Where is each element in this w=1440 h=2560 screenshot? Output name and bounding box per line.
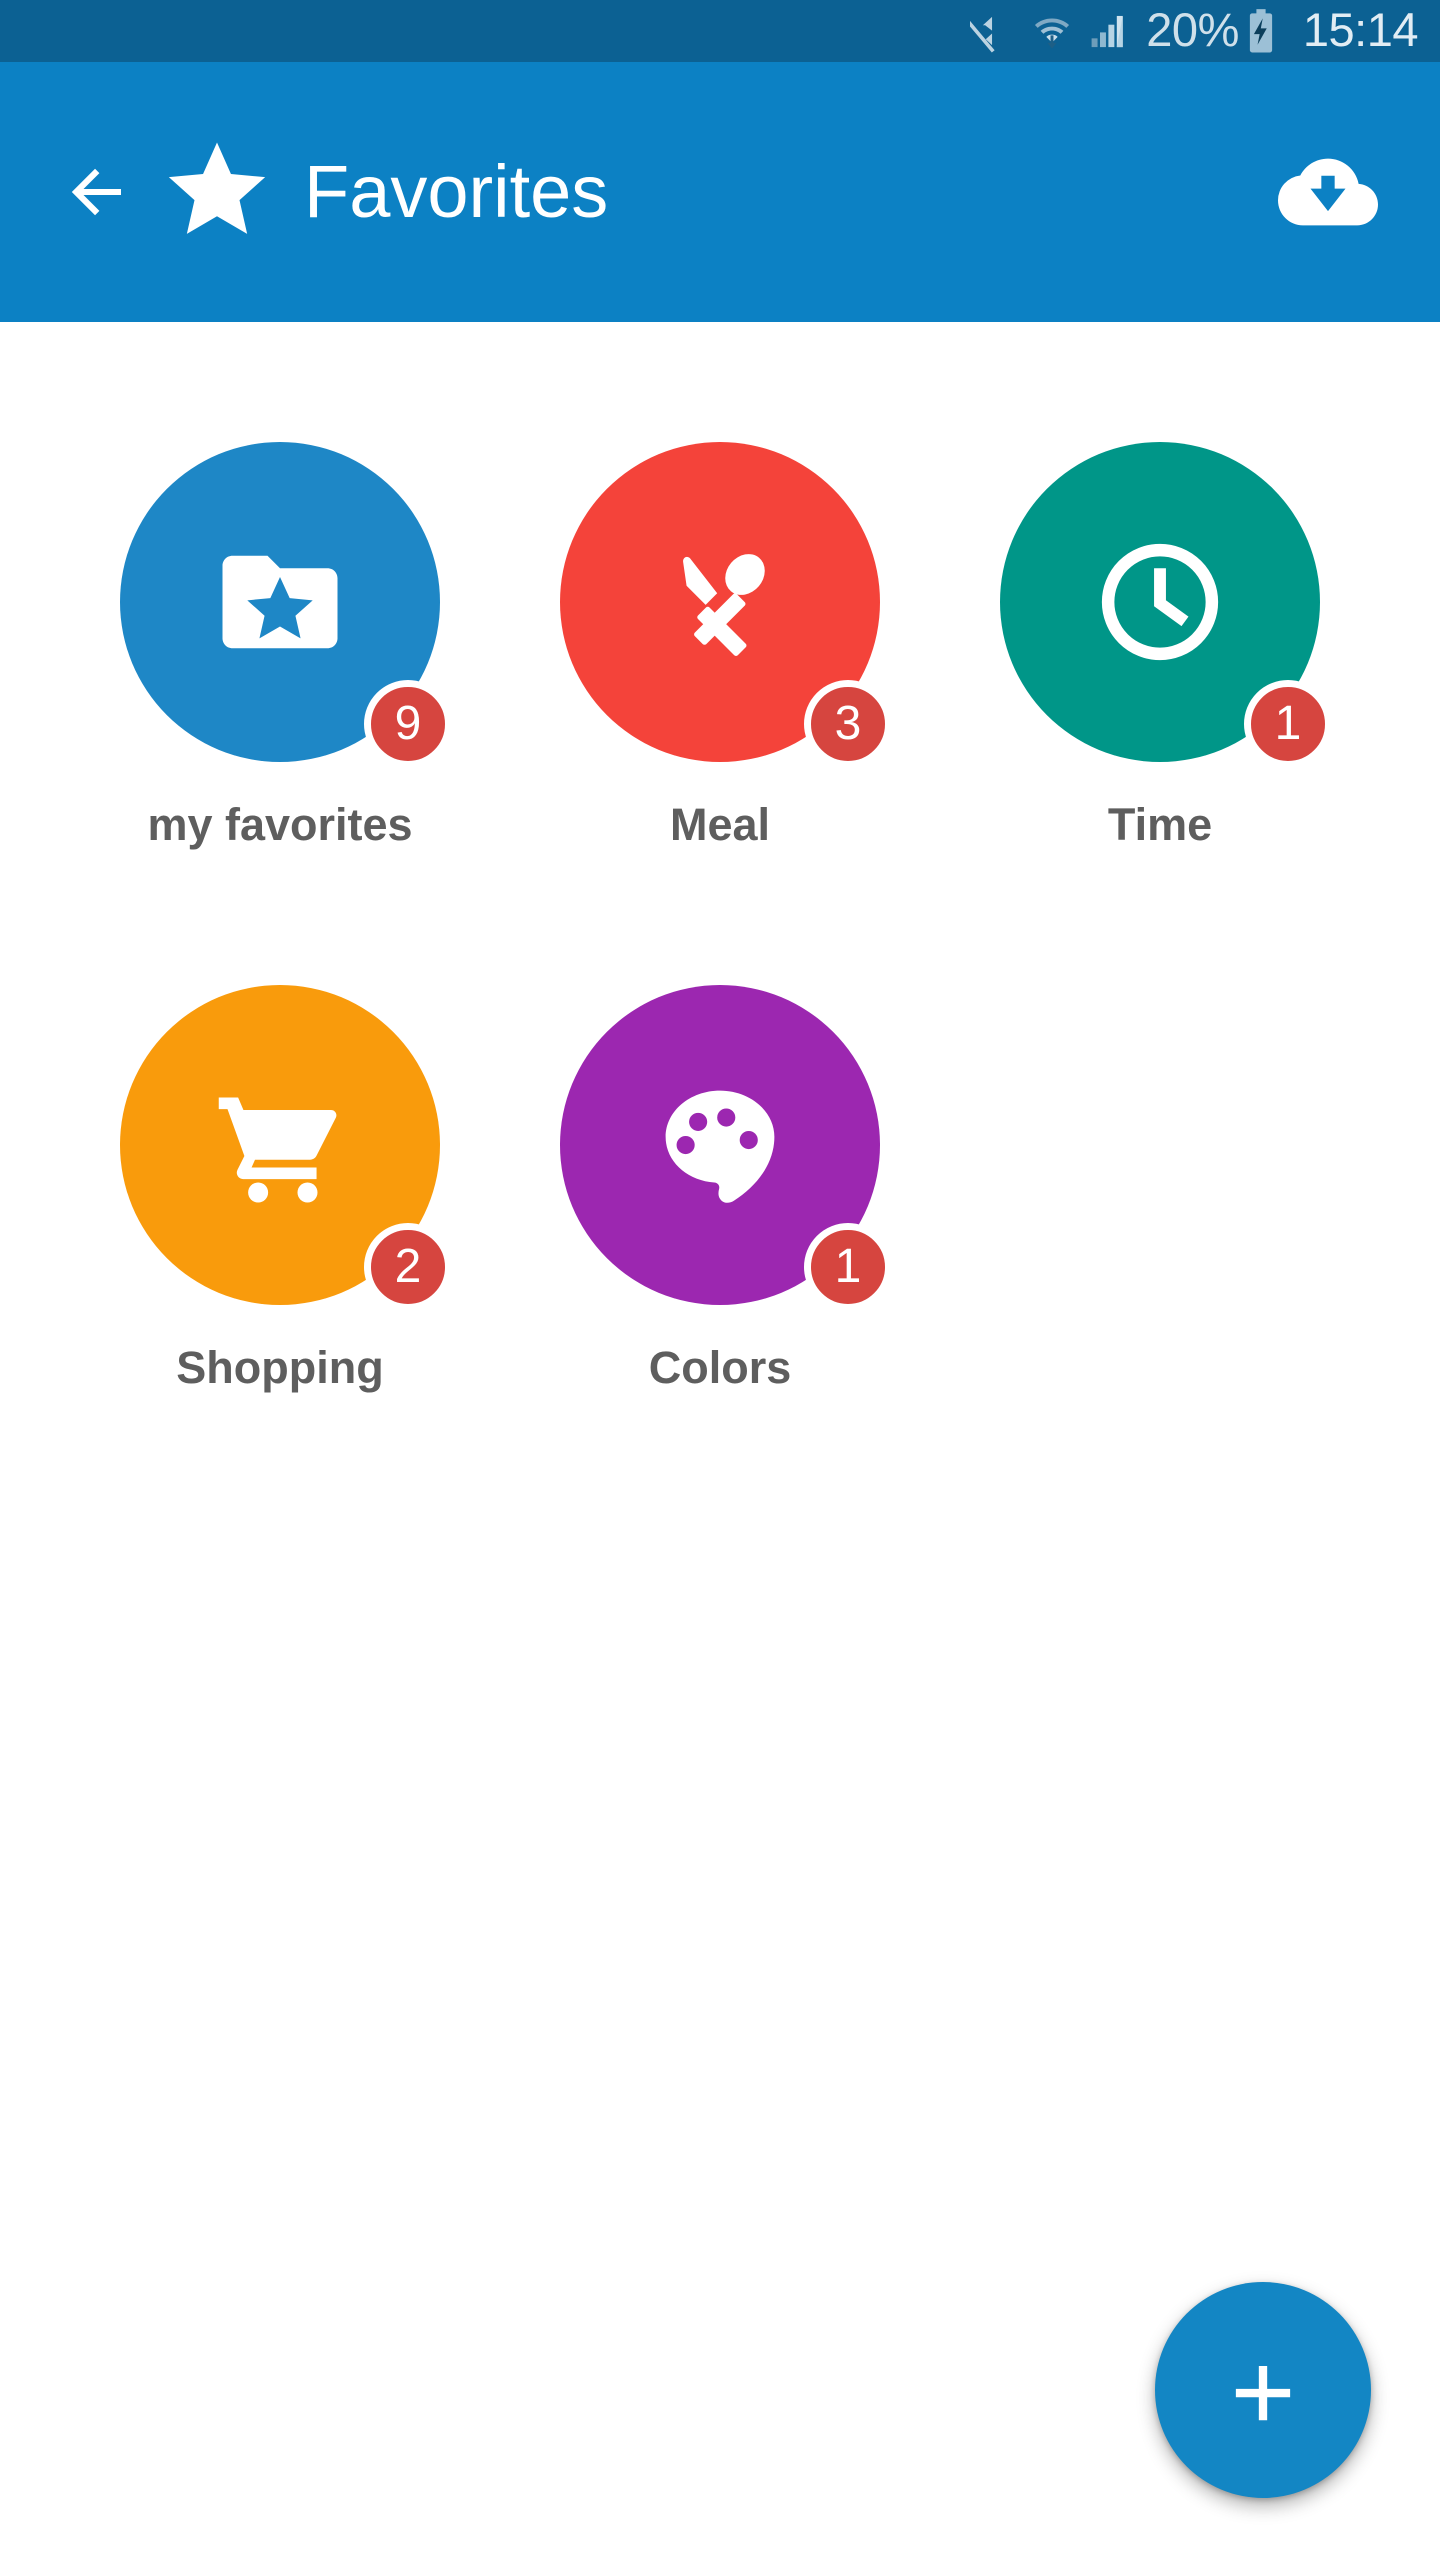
grid-item-my-favorites[interactable]: 9 my favorites xyxy=(60,420,500,963)
grid-item-shopping[interactable]: 2 Shopping xyxy=(60,963,500,1506)
category-icon-wrap: 1 xyxy=(1000,442,1332,768)
badge-count: 2 xyxy=(364,1223,452,1311)
category-label: my favorites xyxy=(147,799,413,850)
category-icon-wrap: 2 xyxy=(120,985,452,1311)
mute-icon xyxy=(962,5,1024,57)
palette-icon xyxy=(665,1090,775,1203)
wifi-download-icon xyxy=(1024,5,1080,57)
knife-spoon-icon xyxy=(683,554,765,656)
grid-item-colors[interactable]: 1 Colors xyxy=(500,963,940,1506)
category-label: Time xyxy=(1107,799,1213,850)
back-button[interactable] xyxy=(58,153,136,231)
battery-charging-icon xyxy=(1241,5,1281,57)
cloud-download-button[interactable] xyxy=(1274,138,1382,246)
clock-label: 15:14 xyxy=(1302,2,1419,56)
category-icon-wrap: 3 xyxy=(560,442,892,768)
favorites-star xyxy=(158,136,276,248)
content-area: 9 my favorites 3 Meal 1 Time 2 Shopping … xyxy=(0,322,1440,2560)
grid-item-time[interactable]: 1 Time xyxy=(940,420,1380,963)
add-button[interactable] xyxy=(1155,2282,1371,2498)
category-label: Colors xyxy=(648,1342,792,1393)
folder-star-icon xyxy=(222,555,338,649)
category-label: Shopping xyxy=(176,1342,384,1393)
shopping-cart-icon xyxy=(218,1097,337,1203)
star-icon xyxy=(168,142,266,234)
badge-count: 1 xyxy=(804,1223,892,1311)
category-label: Meal xyxy=(669,799,771,850)
status-bar: 20% 15:14 xyxy=(0,0,1440,62)
grid-item-meal[interactable]: 3 Meal xyxy=(500,420,940,963)
category-icon-wrap: 1 xyxy=(560,985,892,1311)
app-bar: Favorites xyxy=(0,62,1440,322)
status-bar-icons: 20% 15:14 xyxy=(962,2,1419,57)
plus-icon xyxy=(1235,2365,1291,2421)
badge-count: 1 xyxy=(1244,680,1332,768)
cloud-download-icon xyxy=(1278,158,1378,226)
back-arrow-icon xyxy=(71,168,121,216)
category-grid: 9 my favorites 3 Meal 1 Time 2 Shopping … xyxy=(60,420,1380,1506)
clock-icon xyxy=(1101,543,1219,661)
battery-percent-label: 20% xyxy=(1146,2,1239,56)
category-icon-wrap: 9 xyxy=(120,442,452,768)
badge-count: 3 xyxy=(804,680,892,768)
badge-count: 9 xyxy=(364,680,452,768)
page-title: Favorites xyxy=(304,150,609,233)
cellular-signal-icon xyxy=(1080,5,1134,57)
